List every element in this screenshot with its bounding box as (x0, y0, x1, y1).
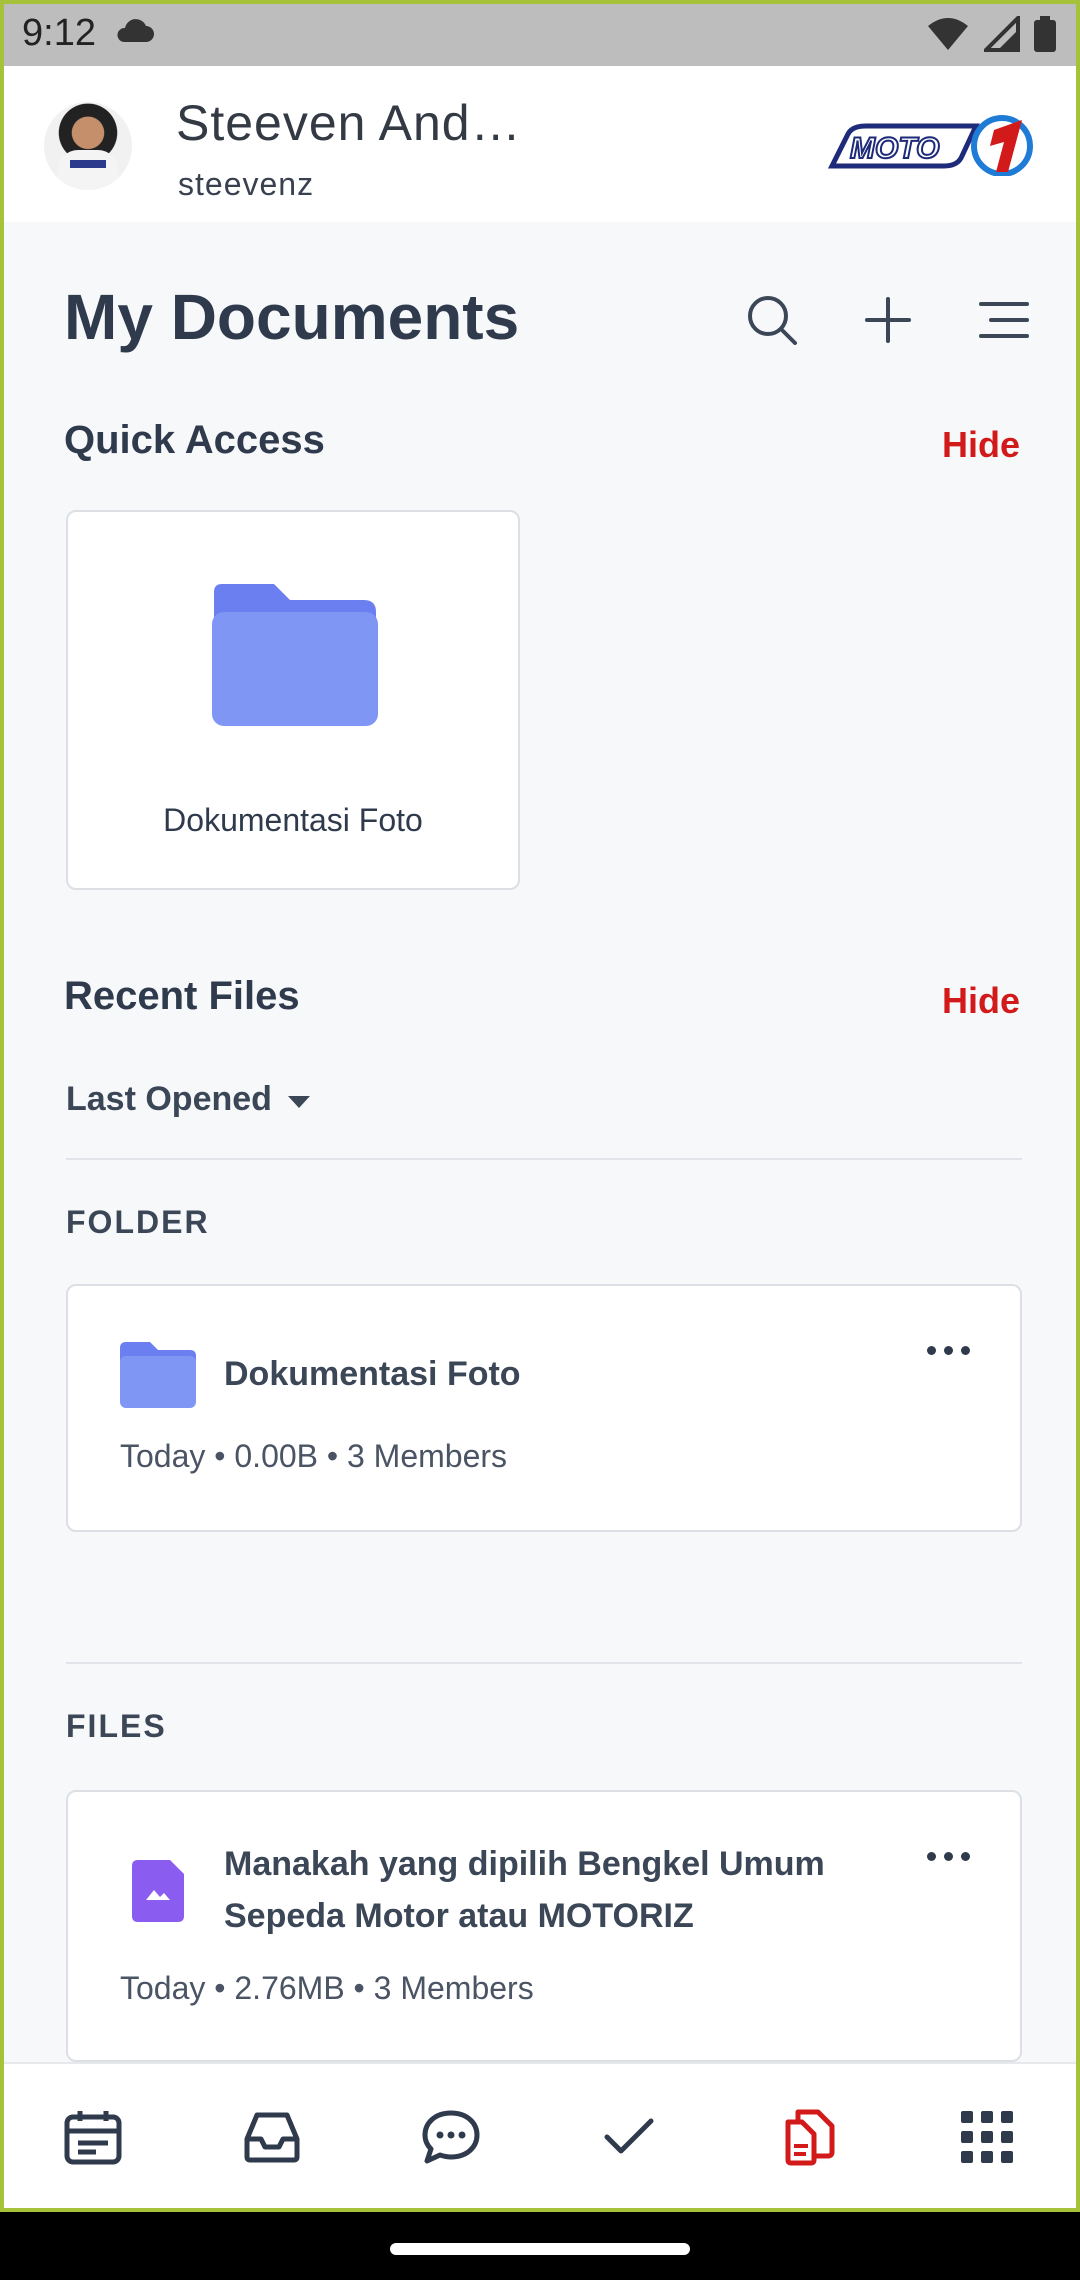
plus-icon (863, 295, 913, 350)
sort-label: Last Opened (66, 1080, 272, 1118)
more-options-button[interactable] (927, 1852, 970, 1861)
recent-files-title: Recent Files (64, 974, 300, 1018)
meta-separator: • (214, 1970, 235, 2006)
file-name-line2: Sepeda Motor atau MOTORIZ (224, 1897, 694, 1935)
folder-meta: Today • 0.00B • 3 Members (120, 1438, 507, 1475)
cloud-icon (114, 18, 154, 49)
nav-documents[interactable] (768, 2099, 848, 2179)
quick-access-item[interactable]: Dokumentasi Foto (66, 510, 520, 890)
apps-grid-icon (960, 2110, 1013, 2168)
home-indicator[interactable] (390, 2243, 690, 2255)
more-icon (927, 1852, 970, 1861)
divider (66, 1158, 1022, 1160)
nav-chat[interactable] (411, 2099, 491, 2179)
brand-logo: MOTO (826, 110, 1036, 177)
more-icon-dot (944, 1346, 953, 1355)
folder-name: Dokumentasi Foto (224, 1355, 521, 1393)
svg-text:MOTO: MOTO (850, 132, 939, 165)
user-handle: steevenz (178, 166, 315, 202)
folder-date: Today (120, 1438, 206, 1474)
avatar-shirt (58, 150, 118, 190)
quick-access-hide-link[interactable]: Hide (942, 424, 1020, 466)
user-name[interactable]: Steeven And… (176, 94, 522, 152)
profile-header: Steeven And… steevenz MOTO (4, 66, 1076, 222)
folder-icon (120, 1342, 196, 1413)
add-button[interactable] (856, 290, 920, 354)
wifi-icon (926, 16, 970, 57)
image-file-icon (132, 1860, 184, 1927)
files-section-heading: FILES (66, 1708, 167, 1744)
title-actions (740, 290, 1036, 354)
sort-dropdown[interactable]: Last Opened (66, 1080, 312, 1119)
more-icon-dot (927, 1852, 936, 1861)
app-screen: 9:12 Steeven And… steevenz MOTO My Docum… (0, 0, 1080, 2212)
system-icons (926, 13, 1056, 57)
file-name-line1: Manakah yang dipilih Bengkel Umum (224, 1845, 825, 1883)
folder-icon (212, 584, 378, 731)
chat-icon (421, 2109, 481, 2170)
nav-calendar[interactable] (53, 2099, 133, 2179)
folder-list-item[interactable]: Dokumentasi Foto Today • 0.00B • 3 Membe… (66, 1284, 1022, 1532)
meta-separator: • (326, 1438, 347, 1474)
file-meta: Today • 2.76MB • 3 Members (120, 1970, 534, 2007)
status-bar: 9:12 (4, 4, 1076, 66)
avatar-shirt-logo (70, 160, 106, 168)
quick-access-title: Quick Access (64, 418, 325, 462)
menu-icon (977, 298, 1031, 347)
search-icon (745, 293, 799, 352)
more-icon (927, 1346, 970, 1355)
file-members: 3 Members (373, 1970, 534, 2006)
more-icon-dot (961, 1852, 970, 1861)
file-list-item[interactable]: Manakah yang dipilih Bengkel Umum Sepeda… (66, 1790, 1022, 2062)
caret-down-icon (286, 1080, 312, 1119)
menu-button[interactable] (972, 290, 1036, 354)
more-icon-dot (927, 1346, 936, 1355)
documents-icon (780, 2108, 836, 2171)
check-icon (603, 2117, 655, 2162)
more-icon-dot (944, 1852, 953, 1861)
status-time: 9:12 (22, 12, 96, 54)
quick-access-item-label: Dokumentasi Foto (163, 802, 423, 838)
cellular-signal-icon (981, 13, 1020, 57)
calendar-icon (64, 2109, 122, 2170)
file-date: Today (120, 1970, 206, 2006)
avatar[interactable] (44, 102, 132, 190)
nav-tasks[interactable] (589, 2099, 669, 2179)
inbox-icon (243, 2111, 301, 2168)
nav-inbox[interactable] (232, 2099, 312, 2179)
meta-separator: • (214, 1438, 235, 1474)
divider (66, 1662, 1022, 1664)
nav-apps[interactable] (947, 2099, 1027, 2179)
more-icon-dot (961, 1346, 970, 1355)
search-button[interactable] (740, 290, 804, 354)
file-size: 2.76MB (234, 1970, 345, 2006)
page-title: My Documents (64, 281, 520, 353)
recent-files-hide-link[interactable]: Hide (942, 980, 1020, 1022)
folder-section-heading: FOLDER (66, 1204, 210, 1240)
folder-size: 0.00B (234, 1438, 318, 1474)
battery-icon (1034, 16, 1056, 57)
more-options-button[interactable] (927, 1346, 970, 1355)
meta-separator: • (353, 1970, 374, 2006)
bottom-navigation (4, 2062, 1076, 2208)
file-name: Manakah yang dipilih Bengkel Umum Sepeda… (224, 1838, 825, 1942)
folder-members: 3 Members (346, 1438, 508, 1474)
